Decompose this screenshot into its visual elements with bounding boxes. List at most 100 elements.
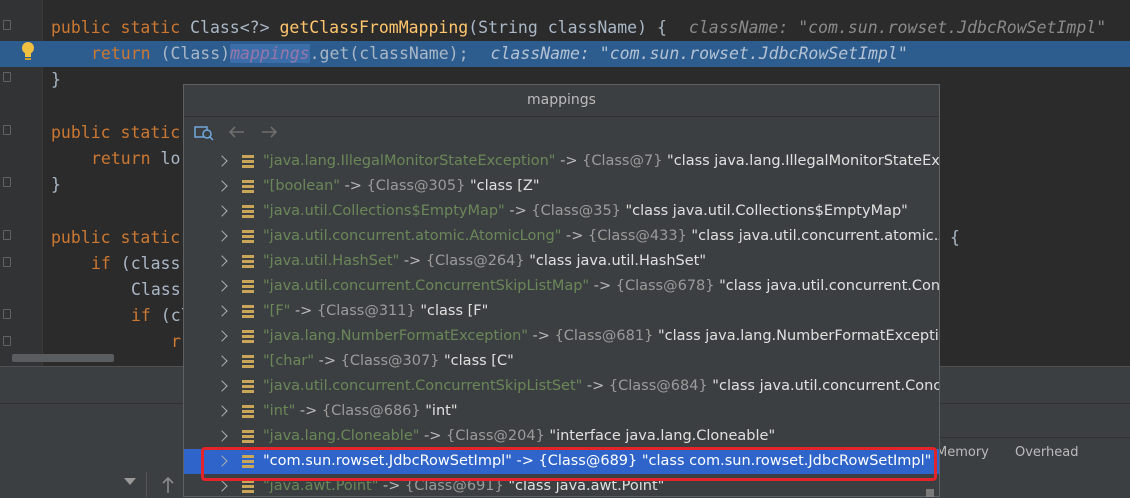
fold-marker-icon[interactable]: [3, 230, 11, 240]
fold-marker-icon[interactable]: [3, 257, 11, 267]
tree-row[interactable]: "java.util.concurrent.ConcurrentSkipList…: [184, 274, 939, 299]
chevron-right-icon[interactable]: [216, 430, 228, 442]
code-text: .get(className);: [309, 44, 469, 63]
map-arrow: ->: [419, 428, 447, 444]
tree-row[interactable]: "[F" -> {Class@311} "class [F": [184, 299, 939, 324]
map-key: "java.util.Collections$EmptyMap": [263, 203, 505, 219]
tab-overhead[interactable]: Overhead: [1015, 441, 1079, 465]
chevron-right-icon[interactable]: [216, 205, 228, 217]
chevron-right-icon[interactable]: [216, 305, 228, 317]
horizontal-scrollbar[interactable]: [12, 354, 114, 362]
tree-row[interactable]: "java.util.concurrent.ConcurrentSkipList…: [184, 374, 939, 399]
chevron-right-icon[interactable]: [216, 255, 228, 267]
tree-row[interactable]: "java.lang.NumberFormatException" -> {Cl…: [184, 324, 939, 349]
code-keyword: return: [91, 44, 151, 63]
map-key: "java.lang.Cloneable": [263, 428, 420, 444]
field-icon: [242, 430, 254, 443]
inline-debug-value: className: "com.sun.rowset.JdbcRowSetImp…: [490, 44, 908, 63]
tree-row[interactable]: "int" -> {Class@686} "int": [184, 399, 939, 424]
forward-arrow-icon[interactable]: [259, 123, 279, 141]
code-text: {: [950, 228, 960, 247]
chevron-right-icon[interactable]: [216, 330, 228, 342]
fold-marker-icon[interactable]: [3, 20, 11, 30]
dropdown-arrow-icon[interactable]: [124, 478, 136, 485]
field-icon: [242, 255, 254, 268]
tree-row-text: "[boolean" -> {Class@305} "class [Z": [263, 174, 540, 199]
code-line[interactable]: if (cl: [131, 303, 191, 329]
chevron-right-icon[interactable]: [216, 480, 228, 492]
code-line[interactable]: return lo: [91, 146, 180, 172]
fold-marker-icon[interactable]: [3, 72, 11, 82]
mappings-tree[interactable]: "java.lang.IllegalMonitorStateException"…: [184, 149, 939, 496]
tree-row[interactable]: "java.util.Collections$EmptyMap" -> {Cla…: [184, 199, 939, 224]
map-value: "class [F": [415, 303, 489, 319]
back-arrow-icon[interactable]: [227, 123, 247, 141]
chevron-right-icon[interactable]: [216, 155, 228, 167]
object-ref: {Class@264}: [425, 253, 525, 269]
code-text: Class: [131, 280, 181, 299]
execution-point-line[interactable]: return (Class)mappings.get(className); cl…: [0, 41, 1130, 67]
fold-marker-icon[interactable]: [3, 309, 11, 319]
object-ref: {Class@678}: [615, 278, 715, 294]
tree-row-text: "java.lang.Cloneable" -> {Class@204} "in…: [263, 424, 775, 449]
tree-row-text: "java.lang.IllegalMonitorStateException"…: [263, 149, 939, 174]
chevron-right-icon[interactable]: [216, 380, 228, 392]
code-keyword: public static: [51, 123, 181, 142]
code-line[interactable]: public static Class<?> getClassFromMappi…: [51, 15, 1106, 41]
chevron-right-icon[interactable]: [216, 405, 228, 417]
map-arrow: ->: [582, 378, 609, 394]
code-keyword: return: [91, 149, 151, 168]
tree-row-text: "[F" -> {Class@311} "class [F": [263, 299, 488, 324]
map-arrow: ->: [339, 178, 367, 194]
map-arrow: ->: [589, 278, 616, 294]
chevron-right-icon[interactable]: [216, 355, 228, 367]
code-line[interactable]: Class: [131, 277, 181, 303]
field-icon: [242, 280, 254, 293]
chevron-right-icon[interactable]: [216, 180, 228, 192]
tree-row-text: "java.util.concurrent.atomic.AtomicLong"…: [263, 224, 939, 249]
field-icon: [242, 330, 254, 343]
tree-row[interactable]: "java.lang.Cloneable" -> {Class@204} "in…: [184, 424, 939, 449]
code-text: lo: [150, 149, 181, 168]
code-text: (String className) {: [468, 18, 667, 37]
code-line[interactable]: public static: [51, 120, 180, 146]
code-line[interactable]: {: [950, 225, 960, 251]
tree-row[interactable]: "java.util.concurrent.atomic.AtomicLong"…: [184, 224, 939, 249]
tree-row[interactable]: "java.lang.IllegalMonitorStateException"…: [184, 149, 939, 174]
tree-row[interactable]: "java.util.HashSet" -> {Class@264} "clas…: [184, 249, 939, 274]
tree-row-text: "int" -> {Class@686} "int": [263, 399, 458, 424]
code-line[interactable]: }: [51, 67, 61, 93]
map-value: "class [Z": [465, 178, 540, 194]
code-keyword: if: [91, 254, 111, 273]
chevron-right-icon[interactable]: [216, 230, 228, 242]
tree-row-text: "java.util.HashSet" -> {Class@264} "clas…: [263, 249, 706, 274]
fold-marker-icon[interactable]: [3, 177, 11, 187]
watch-icon[interactable]: [194, 123, 214, 141]
code-line[interactable]: public static: [51, 225, 180, 251]
lightbulb-icon[interactable]: [20, 41, 36, 61]
fold-marker-icon[interactable]: [3, 125, 11, 135]
code-line[interactable]: r: [171, 329, 181, 355]
chevron-right-icon[interactable]: [216, 280, 228, 292]
object-ref: {Class@311}: [316, 303, 416, 319]
map-key: "[F": [263, 303, 291, 319]
tree-row[interactable]: "[boolean" -> {Class@305} "class [Z": [184, 174, 939, 199]
object-ref: {Class@681}: [554, 328, 654, 344]
code-keyword: if: [131, 306, 151, 325]
field-mappings[interactable]: mappings: [230, 44, 310, 63]
tab-memory[interactable]: Memory: [936, 441, 989, 465]
arrow-up-icon[interactable]: [161, 476, 175, 494]
code-text: }: [51, 70, 61, 89]
fold-marker-icon[interactable]: [3, 336, 11, 346]
field-icon: [242, 205, 254, 218]
code-line[interactable]: }: [51, 172, 61, 198]
popup-scrollbar[interactable]: [926, 489, 934, 497]
map-key: "java.util.HashSet": [263, 253, 400, 269]
object-ref: {Class@433}: [588, 228, 687, 244]
map-arrow: ->: [295, 403, 322, 419]
map-arrow: ->: [399, 253, 426, 269]
field-icon: [242, 305, 254, 318]
tree-row[interactable]: "[char" -> {Class@307} "class [C": [184, 349, 939, 374]
code-line[interactable]: if (class: [91, 251, 180, 277]
mappings-popup[interactable]: mappings "java.lang.IllegalMonitorStateE…: [183, 84, 940, 497]
